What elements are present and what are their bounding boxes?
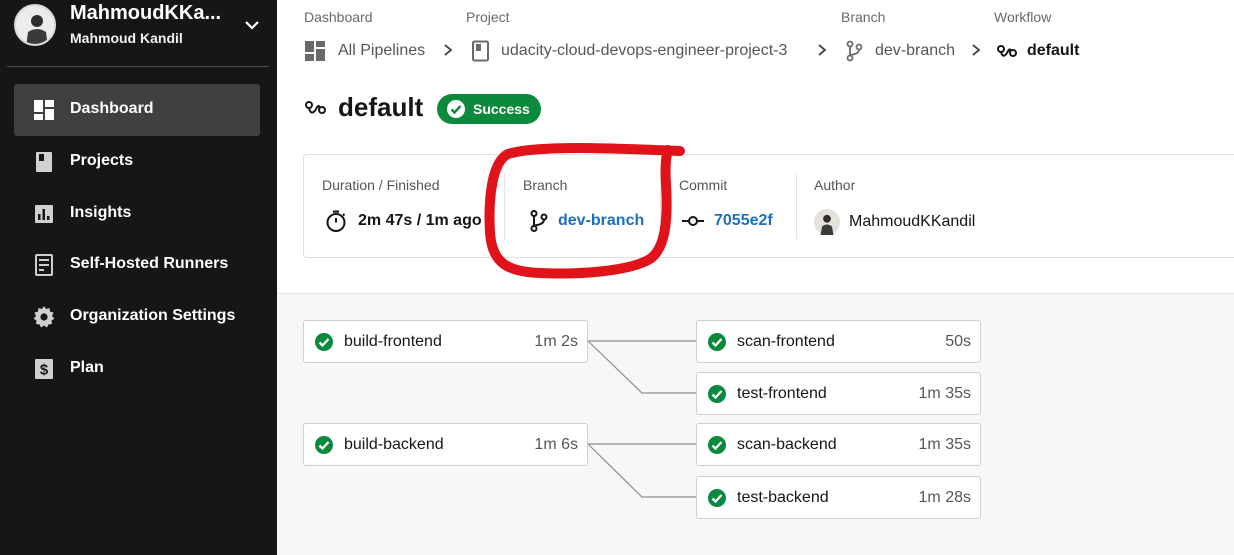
- check-circle-icon: [315, 332, 333, 351]
- job-duration: 1m 6s: [534, 435, 578, 453]
- check-circle-icon: [708, 384, 726, 403]
- job-duration: 1m 2s: [534, 332, 578, 350]
- job-name: build-backend: [344, 435, 444, 453]
- breadcrumb-label: All Pipelines: [338, 42, 426, 59]
- job-name: test-frontend: [737, 384, 827, 402]
- chevron-down-icon[interactable]: [243, 16, 261, 34]
- job-name: build-frontend: [344, 332, 442, 350]
- projects-icon: [36, 152, 52, 172]
- info-divider: [796, 173, 797, 239]
- git-branch-icon: [846, 40, 863, 62]
- org-avatar: [14, 4, 56, 46]
- job-duration: 50s: [945, 332, 971, 350]
- breadcrumb-header-workflow: Workflow: [994, 9, 1052, 25]
- job-duration: 1m 35s: [918, 435, 971, 453]
- breadcrumb-header-branch: Branch: [841, 9, 886, 25]
- sidebar-item-organization-settings[interactable]: Organization Settings: [14, 291, 260, 343]
- chevron-right-icon: [444, 44, 453, 56]
- job-card-scan-frontend[interactable]: scan-frontend 50s: [696, 320, 981, 363]
- breadcrumb-workflow: default: [996, 38, 1079, 64]
- sidebar-item-label: Projects: [70, 152, 134, 169]
- insights-icon: [35, 205, 53, 223]
- check-circle-icon: [315, 435, 333, 454]
- job-card-test-backend[interactable]: test-backend 1m 28s: [696, 476, 981, 519]
- duration-label: Duration / Finished: [322, 177, 440, 193]
- branch-link[interactable]: dev-branch: [527, 209, 644, 233]
- commit-link[interactable]: 7055e2f: [681, 209, 773, 233]
- job-name: scan-backend: [737, 435, 837, 453]
- sidebar-item-label: Dashboard: [70, 100, 154, 117]
- check-circle-icon: [447, 100, 465, 118]
- breadcrumb-branch[interactable]: dev-branch: [844, 38, 955, 64]
- duration-value-row: 2m 47s / 1m ago: [324, 209, 492, 233]
- sidebar-item-dashboard[interactable]: Dashboard: [14, 84, 260, 136]
- job-name: test-backend: [737, 488, 829, 506]
- sidebar-item-label: Self-Hosted Runners: [70, 255, 229, 272]
- sidebar-item-label: Insights: [70, 204, 132, 221]
- page-title: default: [338, 92, 424, 122]
- author-label: Author: [814, 177, 856, 193]
- info-divider: [660, 173, 661, 239]
- sidebar-divider: [7, 66, 269, 67]
- breadcrumb-all-pipelines[interactable]: All Pipelines: [304, 38, 425, 64]
- author-avatar: [814, 209, 840, 235]
- git-commit-icon: [682, 216, 704, 226]
- job-duration: 1m 28s: [918, 488, 971, 506]
- breadcrumb-header-project: Project: [466, 9, 510, 25]
- info-divider: [504, 173, 505, 239]
- duration-value: 2m 47s / 1m ago: [358, 212, 482, 229]
- job-card-build-backend[interactable]: build-backend 1m 6s: [303, 423, 588, 466]
- chevron-right-icon: [818, 44, 827, 56]
- workflow-info-card: Duration / Finished 2m 47s / 1m ago Bran…: [303, 154, 1234, 258]
- sidebar: MahmoudKKa... Mahmoud Kandil Dashboard P…: [0, 0, 277, 555]
- breadcrumb-label: dev-branch: [875, 42, 956, 59]
- settings-gear-icon: [33, 306, 55, 328]
- dashboard-icon: [305, 41, 325, 61]
- sidebar-item-projects[interactable]: Projects: [14, 136, 260, 188]
- breadcrumb-project[interactable]: udacity-cloud-devops-engineer-project-3: [470, 38, 787, 64]
- sidebar-item-plan[interactable]: $ Plan: [14, 343, 260, 395]
- check-circle-icon: [708, 488, 726, 507]
- git-branch-icon: [530, 210, 548, 232]
- breadcrumb-label: udacity-cloud-devops-engineer-project-3: [501, 42, 788, 59]
- plan-dollar-icon: $: [35, 359, 53, 379]
- stopwatch-icon: [326, 210, 346, 232]
- author-row: MahmoudKKandil: [814, 209, 975, 235]
- org-name: MahmoudKKa...: [70, 2, 222, 24]
- chevron-right-icon: [972, 44, 981, 56]
- job-card-test-frontend[interactable]: test-frontend 1m 35s: [696, 372, 981, 415]
- breadcrumb-label: default: [1027, 42, 1080, 59]
- commit-label: Commit: [679, 177, 728, 193]
- sidebar-item-insights[interactable]: Insights: [14, 188, 260, 240]
- workflow-icon: [997, 45, 1017, 57]
- runners-icon: [35, 254, 53, 276]
- author-value: MahmoudKKandil: [849, 213, 976, 230]
- branch-value[interactable]: dev-branch: [558, 212, 644, 230]
- status-badge: Success: [437, 94, 541, 124]
- dashboard-icon: [34, 100, 54, 120]
- job-card-scan-backend[interactable]: scan-backend 1m 35s: [696, 423, 981, 466]
- check-circle-icon: [708, 435, 726, 454]
- status-label: Success: [473, 101, 530, 117]
- job-card-build-frontend[interactable]: build-frontend 1m 2s: [303, 320, 588, 363]
- sidebar-item-label: Plan: [70, 359, 104, 376]
- project-icon: [472, 40, 489, 62]
- job-name: scan-frontend: [737, 332, 835, 350]
- job-duration: 1m 35s: [918, 384, 971, 402]
- branch-label: Branch: [523, 177, 568, 193]
- check-circle-icon: [708, 332, 726, 351]
- sidebar-item-label: Organization Settings: [70, 307, 236, 324]
- org-user-name: Mahmoud Kandil: [70, 30, 183, 46]
- org-switcher[interactable]: MahmoudKKa... Mahmoud Kandil: [0, 0, 277, 66]
- sidebar-item-self-hosted-runners[interactable]: Self-Hosted Runners: [14, 239, 260, 291]
- workflow-icon: [305, 101, 326, 114]
- svg-text:$: $: [40, 362, 49, 379]
- breadcrumb-header-dashboard: Dashboard: [304, 9, 373, 25]
- commit-value[interactable]: 7055e2f: [714, 212, 773, 230]
